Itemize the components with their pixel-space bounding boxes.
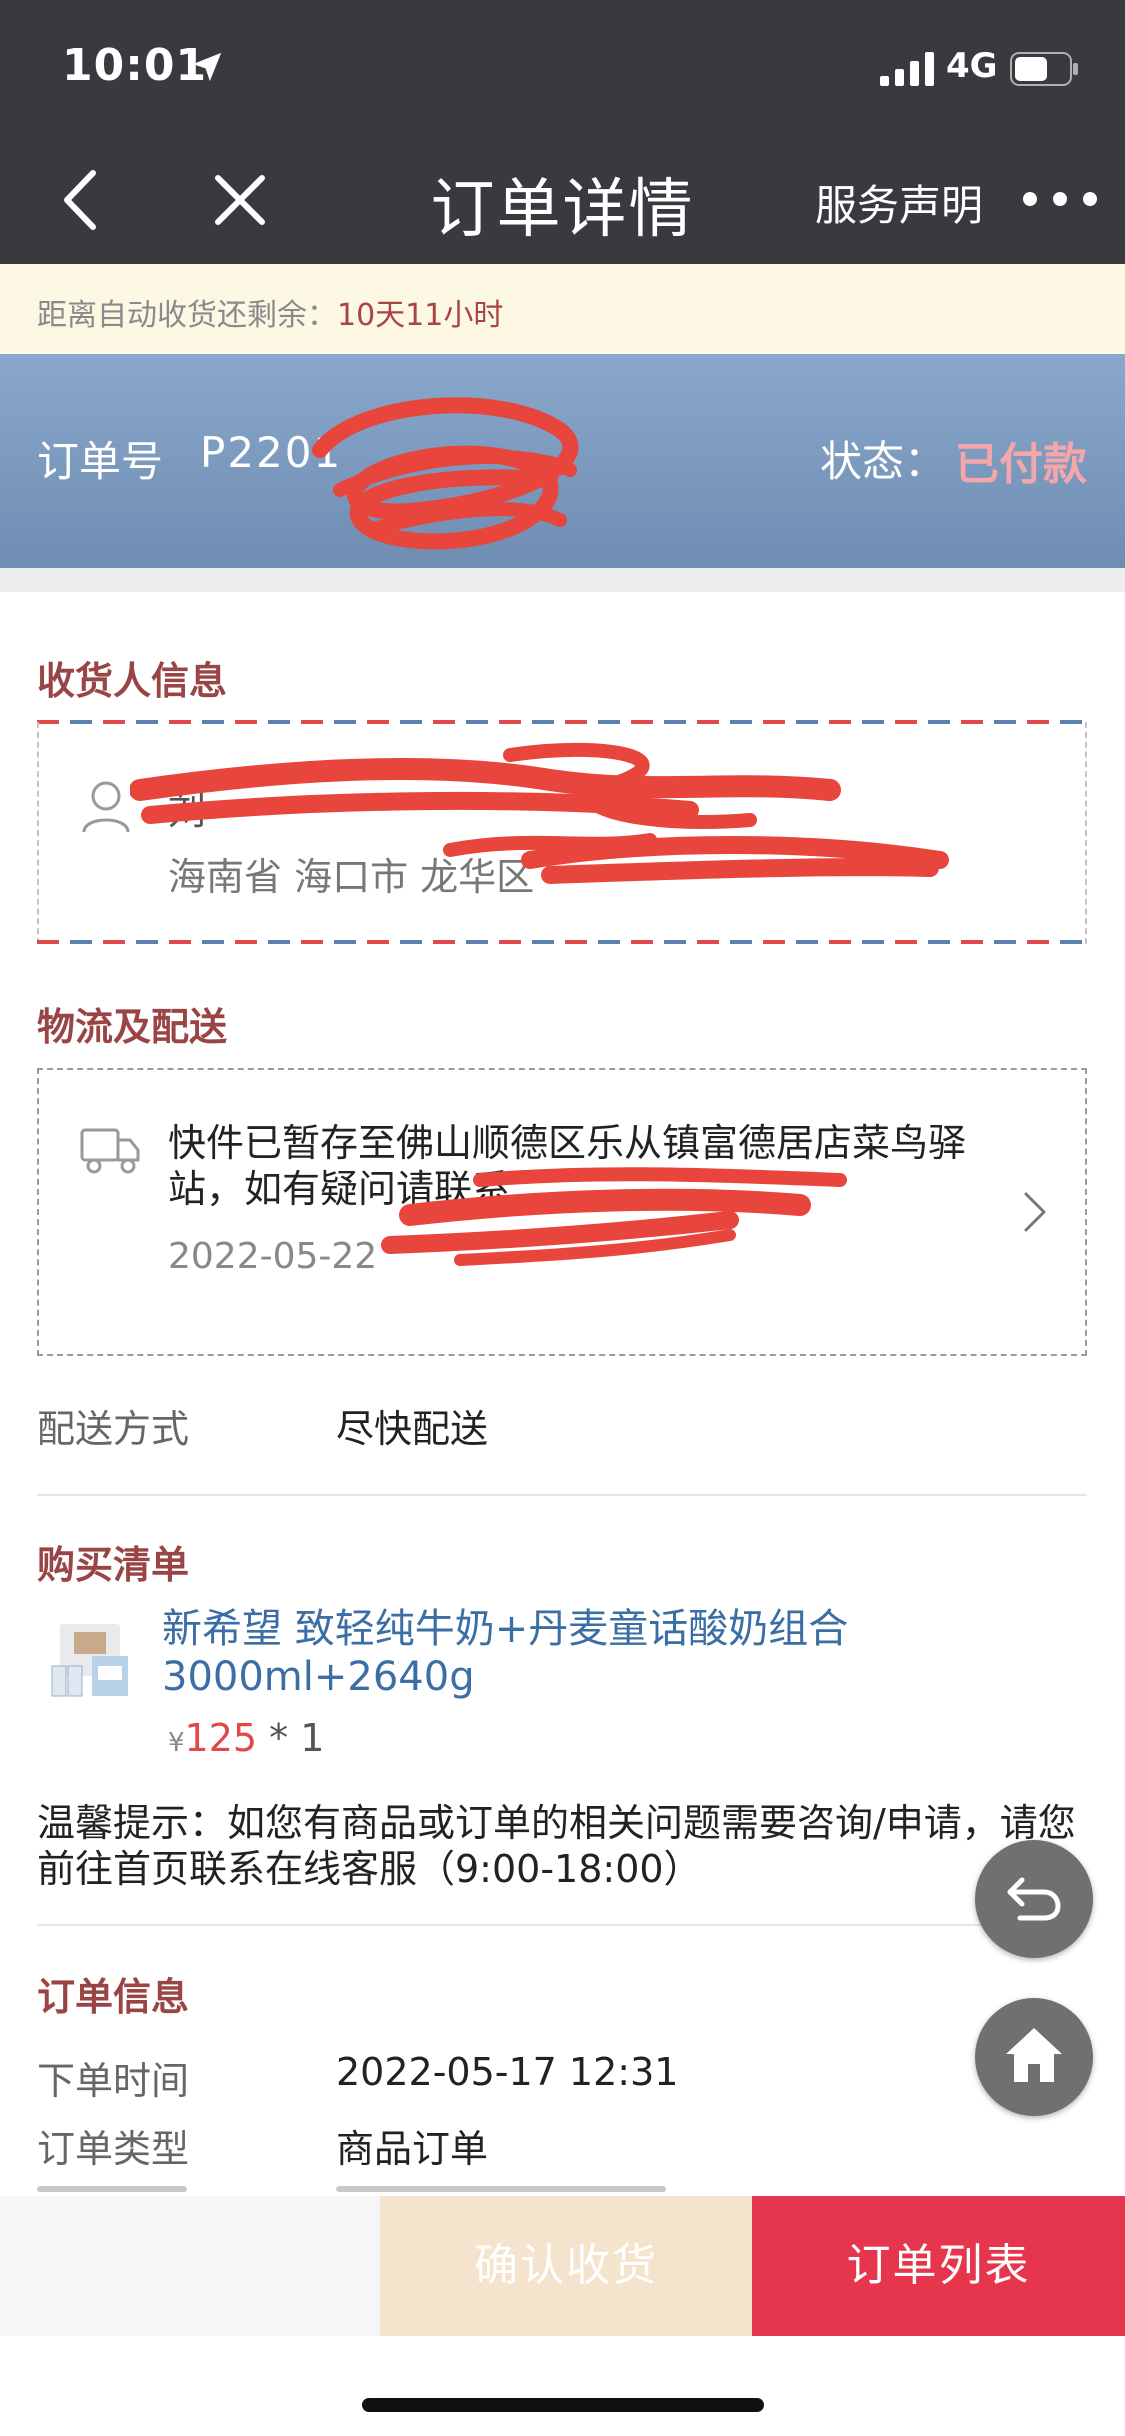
home-indicator-area: [0, 2336, 1125, 2436]
quantity: * 1: [269, 1716, 325, 1760]
product-name[interactable]: 新希望 致轻纯牛奶+丹麦童话酸奶组合3000ml+2640g: [162, 1605, 962, 1701]
logistics-time: 2022-05-22: [168, 1236, 378, 1277]
auto-receive-text: 距离自动收货还剩余：10天11小时: [37, 290, 503, 334]
bottom-bar-spacer: [0, 2196, 380, 2336]
delivery-method-label: 配送方式: [37, 1407, 190, 1451]
home-icon: [1006, 2028, 1062, 2082]
status-time: 10:01: [62, 40, 208, 91]
network-type: 4G: [946, 46, 998, 86]
partially-hidden-row: [0, 2180, 1125, 2196]
order-time-label: 下单时间: [37, 2059, 190, 2103]
service-statement-link[interactable]: 服务声明: [815, 172, 983, 233]
home-button[interactable]: [975, 1998, 1093, 2116]
home-indicator[interactable]: [362, 2398, 764, 2412]
logistics-section-title: 物流及配送: [37, 1005, 228, 1049]
redaction-scribble: [312, 397, 579, 550]
user-icon: [82, 781, 130, 833]
auto-receive-label: 距离自动收货还剩余：: [37, 298, 337, 333]
product-thumbnail[interactable]: [44, 1620, 134, 1702]
return-button[interactable]: [975, 1840, 1093, 1958]
reminder-tip: 温馨提示：如您有商品或订单的相关问题需要咨询/申请，请您前往首页联系在线客服（9…: [37, 1801, 1076, 1891]
order-status-label: 状态：: [820, 437, 947, 486]
top-bar: 10:01 4G 订单详情 服务声明: [0, 0, 1125, 264]
order-info-section-title: 订单信息: [37, 1975, 190, 2019]
auto-receive-value: 10天11小时: [337, 298, 504, 333]
chevron-right-icon: [1024, 1192, 1046, 1232]
section-gap: [0, 568, 1125, 592]
order-time-value: 2022-05-17 12:31: [336, 2050, 679, 2094]
redaction-scribble: [381, 1167, 847, 1266]
receiver-section-title: 收货人信息: [37, 659, 228, 703]
currency-symbol: ¥: [168, 1728, 185, 1758]
product-price: ¥125 * 1: [168, 1716, 324, 1760]
redaction-scribble: [130, 742, 949, 884]
order-number-label: 订单号: [37, 437, 164, 486]
truck-icon: [80, 1128, 140, 1174]
confirm-receipt-button[interactable]: 确认收货: [380, 2196, 752, 2336]
battery-icon: [1010, 52, 1078, 86]
more-icon[interactable]: [1020, 184, 1100, 214]
order-list-button[interactable]: 订单列表: [752, 2196, 1125, 2336]
return-icon: [1007, 1877, 1061, 1921]
divider: [37, 1494, 1087, 1496]
delivery-method-value: 尽快配送: [336, 1407, 489, 1451]
signal-icon: [880, 52, 934, 86]
divider: [37, 1924, 1087, 1926]
purchase-section-title: 购买清单: [37, 1543, 190, 1587]
order-type-label: 订单类型: [37, 2127, 190, 2171]
order-status-value: 已付款: [955, 439, 1087, 490]
address-border-bottom: [37, 940, 1087, 944]
location-arrow-icon: [192, 52, 222, 82]
price-value: 125: [184, 1716, 258, 1760]
order-type-value: 商品订单: [336, 2127, 489, 2171]
